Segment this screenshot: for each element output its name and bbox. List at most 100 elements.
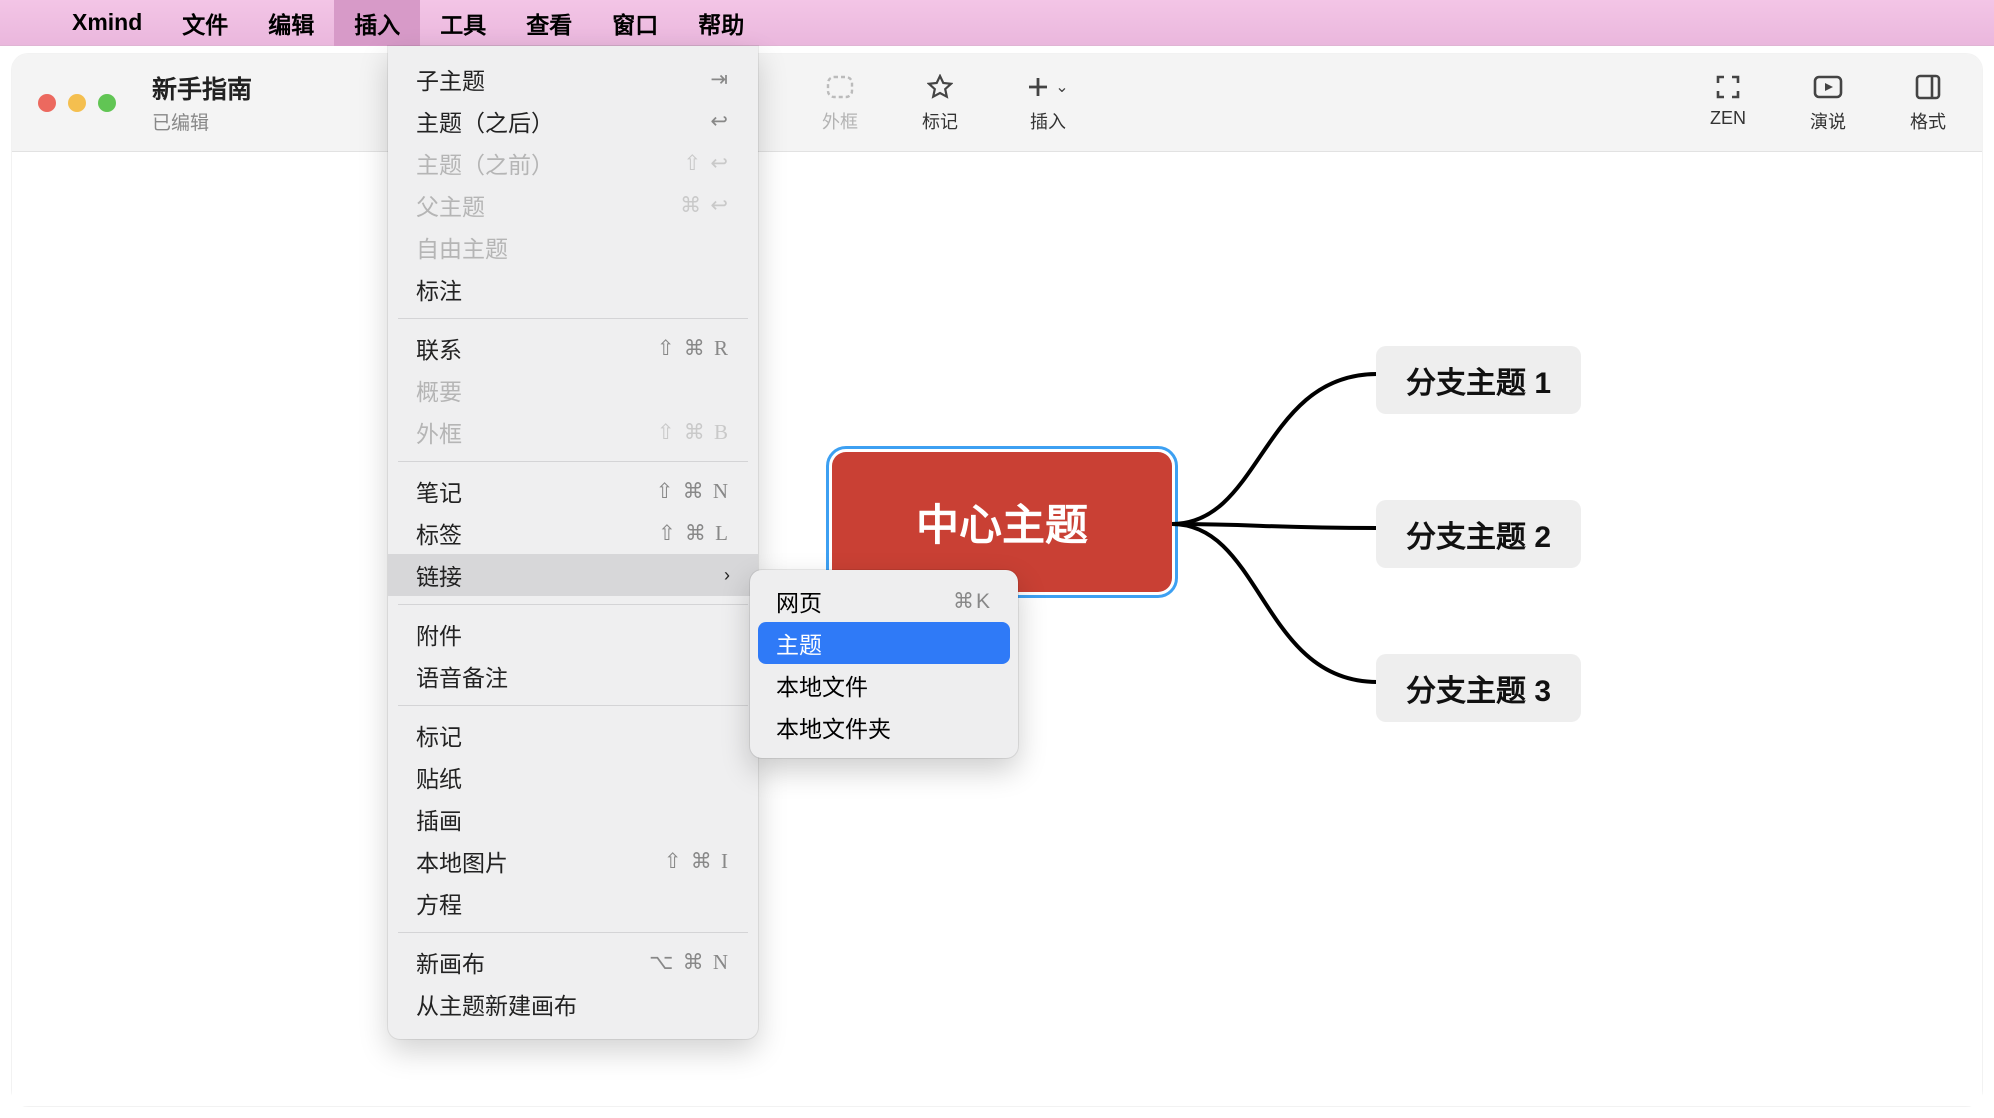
link-submenu[interactable]: 网页⌘K 主题本地文件本地文件夹 — [750, 570, 1018, 758]
zen-icon — [1715, 72, 1741, 102]
menubar-item-help[interactable]: 帮助 — [678, 0, 764, 46]
menubar-item-tools[interactable]: 工具 — [420, 0, 506, 46]
menu-item-标签[interactable]: 标签 ⇧ ⌘ L — [388, 512, 758, 554]
menu-item-label: 笔记 — [416, 474, 462, 508]
menu-item-label: 自由主题 — [416, 230, 508, 264]
menu-item-label: 附件 — [416, 617, 462, 651]
menu-item-笔记[interactable]: 笔记 ⇧ ⌘ N — [388, 470, 758, 512]
close-button[interactable] — [38, 94, 56, 112]
format-icon — [1915, 72, 1941, 102]
menu-item-插画[interactable]: 插画 — [388, 798, 758, 840]
toolbar-right-group: ZEN 演说 格式 — [1700, 72, 1956, 134]
menu-shortcut: ⇧ ⌘ N — [656, 479, 730, 504]
menu-shortcut: ⇧ ⌘ B — [657, 420, 730, 445]
menubar-item-insert[interactable]: 插入 — [334, 0, 420, 46]
marker-label: 标记 — [922, 108, 958, 134]
format-label: 格式 — [1910, 108, 1946, 134]
menu-separator — [398, 604, 748, 605]
menu-shortcut: ⇥ — [710, 67, 730, 92]
mac-menu-bar: Xmind 文件 编辑 插入 工具 查看 窗口 帮助 — [0, 0, 1994, 46]
menu-item-label: 语音备注 — [416, 659, 508, 693]
boundary-button: 外框 — [812, 72, 868, 134]
menu-item-标记[interactable]: 标记 — [388, 714, 758, 756]
menu-item-联系[interactable]: 联系⇧ ⌘ R — [388, 327, 758, 369]
present-icon — [1813, 72, 1843, 102]
menu-item-label: 方程 — [416, 886, 462, 920]
present-label: 演说 — [1810, 108, 1846, 134]
menu-item-label: 主题（之前） — [416, 146, 554, 180]
zen-button[interactable]: ZEN — [1700, 72, 1756, 129]
menubar-item-window[interactable]: 窗口 — [592, 0, 678, 46]
submenu-item-label: 本地文件 — [776, 668, 868, 702]
menu-item-label: 贴纸 — [416, 760, 462, 794]
menubar-item-file[interactable]: 文件 — [162, 0, 248, 46]
format-button[interactable]: 格式 — [1900, 72, 1956, 134]
insert-button[interactable]: ⌄插入 — [1012, 72, 1084, 134]
document-title-block: 新手指南 已编辑 — [152, 70, 332, 135]
menu-item-label: 标签 — [416, 516, 462, 550]
menu-item-方程[interactable]: 方程 — [388, 882, 758, 924]
menu-item-label: 链接 — [416, 558, 462, 592]
insert-dropdown[interactable]: 子主题 ⇥ 主题（之后） ↩ 主题（之前）⇧ ↩ 父主题 ⌘ ↩ 自由主题标注联系⇧ ⌘ R 概… — [388, 46, 758, 1039]
submenu-item-label: 网页 — [776, 584, 822, 618]
menu-item-label: 主题（之后） — [416, 104, 554, 138]
insert-icon: ⌄ — [1027, 72, 1068, 102]
menu-item-子主题[interactable]: 子主题 ⇥ — [388, 58, 758, 100]
menu-shortcut: ⌘ ↩ — [680, 193, 730, 218]
branch-topic-2[interactable]: 分支主题 2 — [1376, 500, 1581, 568]
menu-item-新画布[interactable]: 新画布 ⌥ ⌘ N — [388, 941, 758, 983]
submenu-item-网页[interactable]: 网页⌘K — [758, 580, 1010, 622]
document-status: 已编辑 — [152, 108, 332, 135]
menu-item-概要: 概要 — [388, 369, 758, 411]
menu-item-从主题新建画布[interactable]: 从主题新建画布 — [388, 983, 758, 1025]
menu-item-label: 标注 — [416, 272, 462, 306]
minimize-button[interactable] — [68, 94, 86, 112]
marker-button[interactable]: 标记 — [912, 72, 968, 134]
menu-item-本地图片[interactable]: 本地图片 ⇧ ⌘ I — [388, 840, 758, 882]
branch-connectors — [1172, 352, 1382, 732]
menu-item-label: 标记 — [416, 718, 462, 752]
menu-item-label: 新画布 — [416, 945, 485, 979]
menubar-item-view[interactable]: 查看 — [506, 0, 592, 46]
menu-item-链接[interactable]: 链接 › — [388, 554, 758, 596]
menu-item-主题（之前）: 主题（之前）⇧ ↩ — [388, 142, 758, 184]
window-controls — [38, 94, 116, 112]
menu-item-附件[interactable]: 附件 — [388, 613, 758, 655]
submenu-item-label: 本地文件夹 — [776, 710, 891, 744]
zoom-button[interactable] — [98, 94, 116, 112]
submenu-item-本地文件[interactable]: 本地文件 — [758, 664, 1010, 706]
branch-topic-3[interactable]: 分支主题 3 — [1376, 654, 1581, 722]
menu-item-自由主题: 自由主题 — [388, 226, 758, 268]
chevron-down-icon: ⌄ — [1055, 77, 1068, 97]
document-title: 新手指南 — [152, 70, 332, 106]
menu-separator — [398, 318, 748, 319]
menu-separator — [398, 461, 748, 462]
app-menu-item[interactable]: Xmind — [52, 0, 162, 46]
menu-item-父主题: 父主题 ⌘ ↩ — [388, 184, 758, 226]
menu-shortcut: ⇧ ⌘ L — [658, 521, 730, 546]
menu-item-贴纸[interactable]: 贴纸 — [388, 756, 758, 798]
menu-separator — [398, 705, 748, 706]
branch-topic-1[interactable]: 分支主题 1 — [1376, 346, 1581, 414]
menu-item-主题（之后）[interactable]: 主题（之后） ↩ — [388, 100, 758, 142]
menu-item-label: 概要 — [416, 373, 462, 407]
menubar-item-edit[interactable]: 编辑 — [248, 0, 334, 46]
submenu-item-主题[interactable]: 主题 — [758, 622, 1010, 664]
menu-item-语音备注[interactable]: 语音备注 — [388, 655, 758, 697]
menu-item-label: 子主题 — [416, 62, 485, 96]
menu-shortcut: ⇧ ⌘ I — [664, 849, 730, 874]
menu-item-label: 从主题新建画布 — [416, 987, 577, 1021]
chevron-right-icon: › — [724, 565, 730, 586]
submenu-item-本地文件夹[interactable]: 本地文件夹 — [758, 706, 1010, 748]
menu-item-标注[interactable]: 标注 — [388, 268, 758, 310]
menu-separator — [398, 932, 748, 933]
menu-item-label: 父主题 — [416, 188, 485, 222]
menu-shortcut: ⇧ ⌘ R — [657, 336, 730, 361]
marker-icon — [927, 72, 953, 102]
menu-item-label: 本地图片 — [416, 844, 508, 878]
boundary-label: 外框 — [822, 108, 858, 134]
menu-shortcut: ↩ — [710, 109, 730, 134]
submenu-item-label: 主题 — [776, 626, 822, 660]
menu-shortcut: ⌥ ⌘ N — [649, 950, 730, 975]
present-button[interactable]: 演说 — [1800, 72, 1856, 134]
